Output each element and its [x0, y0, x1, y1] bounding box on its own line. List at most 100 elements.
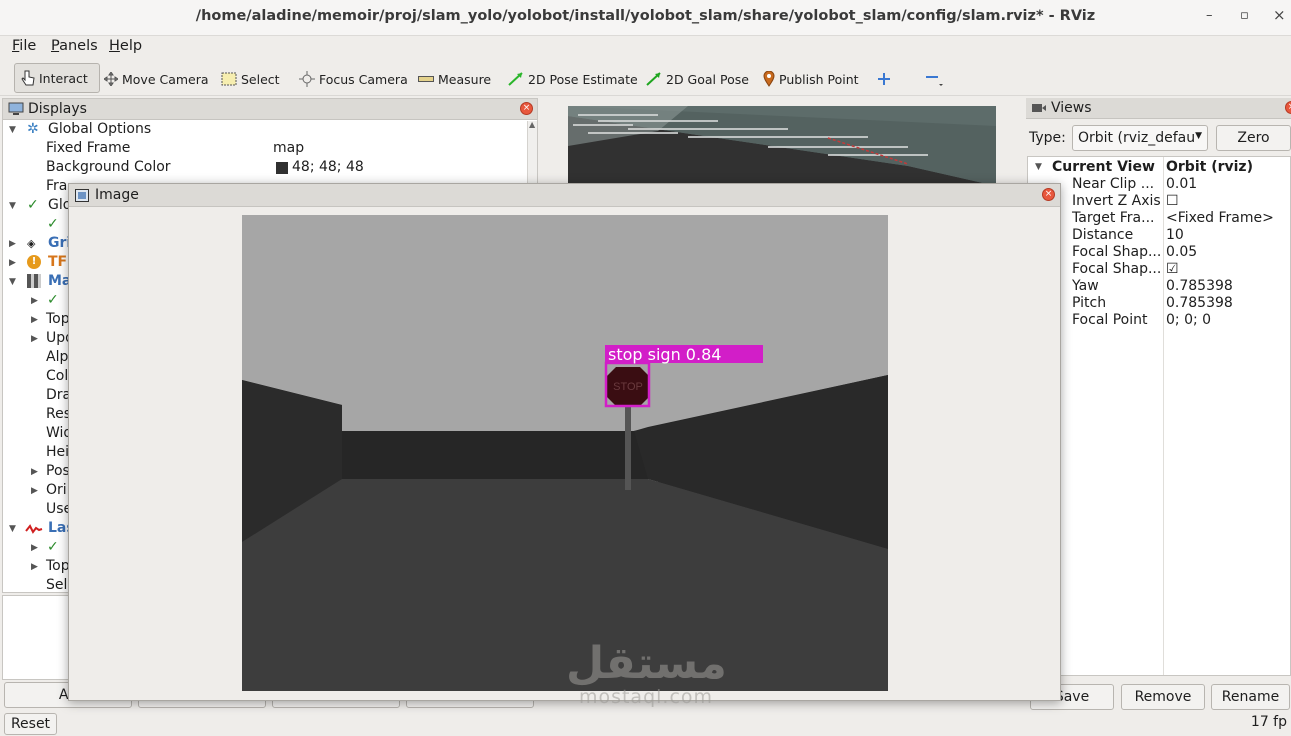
- watermark-logo: مستقل mostaql.com: [566, 638, 727, 720]
- current-view-row[interactable]: ▼ Current View Orbit (rviz): [1028, 159, 1290, 176]
- fixed-frame-value[interactable]: map: [273, 140, 304, 156]
- plus-icon: [878, 73, 890, 85]
- global-options-row[interactable]: ▼ ✲ Global Options: [3, 121, 523, 140]
- interact-tool[interactable]: Interact: [14, 63, 100, 93]
- view-prop-row[interactable]: Focal Shap... ☑: [1028, 261, 1290, 278]
- collapse-triangle-icon[interactable]: ▶: [31, 486, 38, 496]
- collapse-triangle-icon[interactable]: ▶: [31, 296, 38, 306]
- view-prop-row[interactable]: Focal Point 0; 0; 0: [1028, 312, 1290, 329]
- minimize-button[interactable]: –: [1206, 8, 1213, 23]
- view-prop-value[interactable]: 0; 0; 0: [1166, 312, 1211, 328]
- displays-header: Displays ×: [3, 99, 537, 120]
- view-prop-value[interactable]: 0.785398: [1166, 295, 1233, 311]
- image-window[interactable]: Image × STOP stop sign 0.84: [68, 183, 1061, 701]
- collapse-triangle-icon[interactable]: ▶: [31, 543, 38, 553]
- scroll-up-icon[interactable]: ▲: [529, 120, 535, 129]
- background-color-row[interactable]: Background Color 48; 48; 48: [3, 159, 523, 178]
- expand-triangle-icon[interactable]: ▼: [1035, 162, 1042, 172]
- chevron-down-icon: ▼: [1195, 131, 1202, 141]
- image-close-icon[interactable]: ×: [1042, 188, 1055, 201]
- laser-scan-icon: [25, 524, 43, 534]
- menu-help[interactable]: Help: [109, 38, 142, 54]
- frame-rate-label: Fra: [46, 178, 68, 194]
- rename-view-label: Rename: [1221, 689, 1280, 705]
- laser-prop-label: Sel: [46, 577, 68, 593]
- view-prop-row[interactable]: Invert Z Axis ☐: [1028, 193, 1290, 210]
- goal-pose-tool[interactable]: 2D Goal Pose: [646, 68, 749, 90]
- camera-image: STOP stop sign 0.84: [242, 215, 888, 691]
- image-window-header[interactable]: Image ×: [69, 184, 1060, 207]
- expand-triangle-icon[interactable]: ▼: [9, 201, 16, 211]
- type-label: Type:: [1029, 130, 1066, 146]
- check-icon: ✓: [47, 292, 59, 308]
- measure-tool[interactable]: Measure: [418, 68, 491, 90]
- views-panel: Views × Type: Orbit (rviz_defau ▼ Zero ▼…: [1026, 98, 1291, 678]
- add-tool-button[interactable]: [877, 68, 891, 90]
- close-window-button[interactable]: ×: [1273, 6, 1286, 24]
- menu-file[interactable]: File: [12, 38, 36, 54]
- view-prop-row[interactable]: Target Fra... <Fixed Frame>: [1028, 210, 1290, 227]
- collapse-triangle-icon[interactable]: ▶: [31, 562, 38, 572]
- map-prop-label: Pos: [46, 463, 70, 479]
- view-prop-row[interactable]: Yaw 0.785398: [1028, 278, 1290, 295]
- grid-icon: ◈: [27, 237, 36, 250]
- expand-triangle-icon[interactable]: ▼: [9, 524, 16, 534]
- reset-label: Reset: [10, 716, 51, 732]
- fixed-frame-row[interactable]: Fixed Frame map: [3, 140, 523, 159]
- focus-camera-tool[interactable]: Focus Camera: [299, 68, 408, 90]
- view-prop-row[interactable]: Pitch 0.785398: [1028, 295, 1290, 312]
- view-prop-key: Invert Z Axis: [1072, 193, 1161, 209]
- view-prop-value[interactable]: 0.05: [1166, 244, 1197, 260]
- view-prop-value[interactable]: 0.01: [1166, 176, 1197, 192]
- camera-icon: [1032, 104, 1046, 112]
- publish-point-tool[interactable]: Publish Point: [763, 68, 859, 90]
- rename-view-button[interactable]: Rename: [1211, 684, 1290, 710]
- expand-triangle-icon[interactable]: ▼: [9, 277, 16, 287]
- collapse-triangle-icon[interactable]: ▶: [31, 467, 38, 477]
- move-camera-label: Move Camera: [122, 71, 209, 87]
- global-options-label: Global Options: [48, 121, 152, 137]
- view-prop-row[interactable]: Distance 10: [1028, 227, 1290, 244]
- view-prop-row[interactable]: Near Clip ... 0.01: [1028, 176, 1290, 193]
- goal-pose-label: 2D Goal Pose: [666, 71, 749, 87]
- monitor-icon: [8, 102, 24, 115]
- view-prop-key: Target Fra...: [1072, 210, 1155, 226]
- maximize-button[interactable]: ▫: [1240, 8, 1249, 23]
- select-label: Select: [241, 71, 280, 87]
- view-prop-key: Pitch: [1072, 295, 1107, 311]
- view-prop-value[interactable]: 0.785398: [1166, 278, 1233, 294]
- minus-icon: [926, 76, 943, 86]
- check-icon: ✓: [47, 539, 59, 555]
- collapse-triangle-icon[interactable]: ▶: [9, 239, 16, 249]
- invert-z-checkbox[interactable]: ☐: [1166, 193, 1179, 209]
- view-prop-value[interactable]: <Fixed Frame>: [1166, 210, 1274, 226]
- view-prop-value[interactable]: 10: [1166, 227, 1184, 243]
- fixed-frame-label: Fixed Frame: [46, 140, 131, 156]
- map-prop-label: Hei: [46, 444, 70, 460]
- view-type-select[interactable]: Orbit (rviz_defau ▼: [1072, 125, 1208, 151]
- watermark-arabic: مستقل: [566, 638, 727, 689]
- hand-pointer-icon: [21, 70, 35, 86]
- view-prop-key: Focal Shap...: [1072, 261, 1162, 277]
- views-close-icon[interactable]: ×: [1285, 101, 1291, 114]
- collapse-triangle-icon[interactable]: ▶: [9, 258, 16, 268]
- pose-estimate-label: 2D Pose Estimate: [528, 71, 638, 87]
- image-window-title: Image: [95, 187, 139, 203]
- collapse-triangle-icon[interactable]: ▶: [31, 334, 38, 344]
- remove-view-button[interactable]: Remove: [1121, 684, 1205, 710]
- select-tool[interactable]: Select: [221, 68, 280, 90]
- displays-close-icon[interactable]: ×: [520, 102, 533, 115]
- expand-triangle-icon[interactable]: ▼: [9, 125, 16, 135]
- focus-camera-label: Focus Camera: [319, 71, 408, 87]
- reset-button[interactable]: Reset: [4, 713, 57, 735]
- focal-shape-checkbox[interactable]: ☑: [1166, 261, 1179, 277]
- remove-tool-button[interactable]: [925, 68, 943, 90]
- watermark-latin: mostaql.com: [578, 686, 714, 708]
- view-prop-row[interactable]: Focal Shap... 0.05: [1028, 244, 1290, 261]
- zero-button[interactable]: Zero: [1216, 125, 1291, 151]
- collapse-triangle-icon[interactable]: ▶: [31, 315, 38, 325]
- move-camera-tool[interactable]: Move Camera: [104, 68, 209, 90]
- pose-estimate-tool[interactable]: 2D Pose Estimate: [508, 68, 638, 90]
- menu-panels[interactable]: Panels: [51, 38, 98, 54]
- interact-label: Interact: [39, 70, 88, 86]
